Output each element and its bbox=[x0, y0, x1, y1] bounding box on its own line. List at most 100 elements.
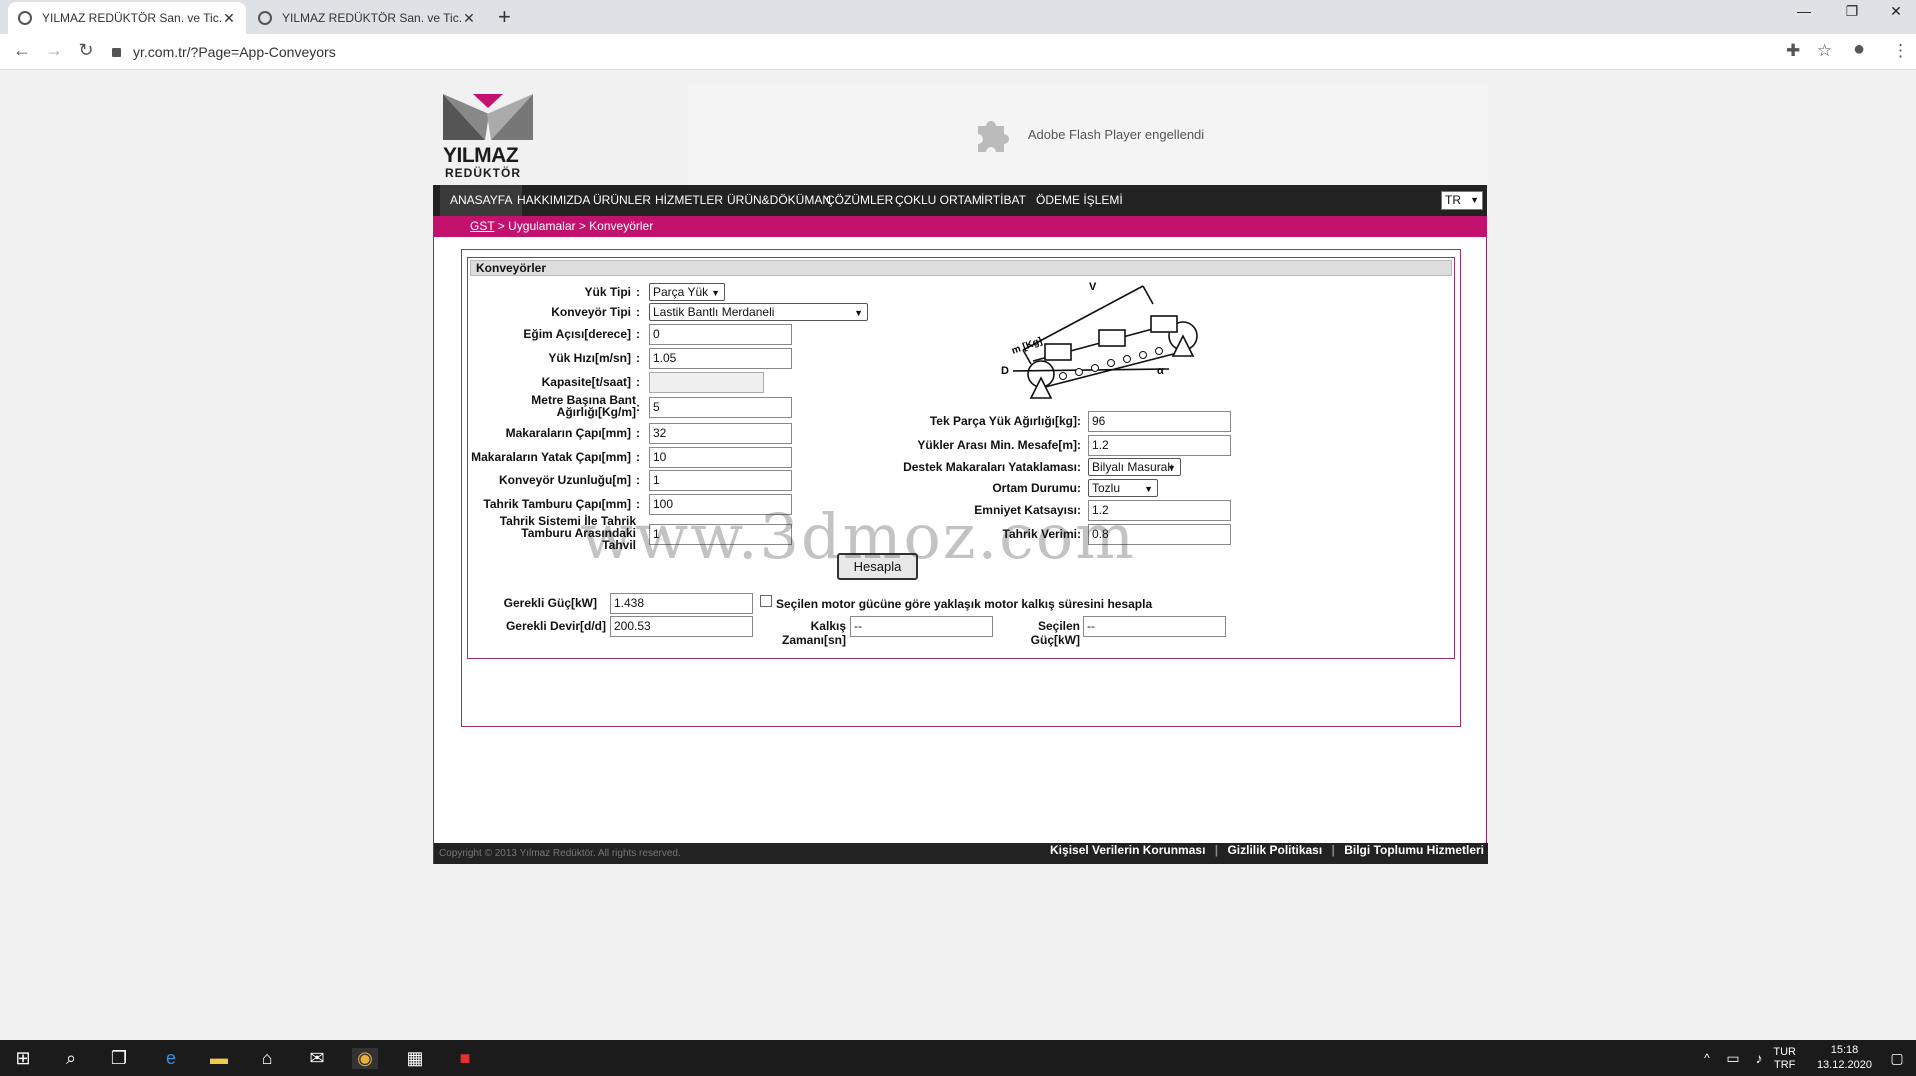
load-type-select[interactable]: Parça Yük ▼ bbox=[649, 283, 725, 301]
roller-diameter-input[interactable]: 32 bbox=[649, 423, 792, 444]
label-required-rpm: Gerekli Devir[d/d] bbox=[505, 619, 606, 633]
minimize-icon[interactable]: — bbox=[1784, 3, 1824, 19]
colon: : bbox=[636, 473, 640, 487]
volume-icon[interactable]: ♪ bbox=[1746, 1050, 1772, 1066]
breadcrumb-link-gst[interactable]: GST bbox=[470, 219, 494, 233]
restore-icon[interactable]: ❐ bbox=[1832, 3, 1872, 20]
conveyor-type-select[interactable]: Lastik Bantlı Merdaneli ▼ bbox=[649, 303, 868, 321]
site-favicon-icon bbox=[258, 11, 272, 25]
chevron-down-icon: ▼ bbox=[854, 308, 863, 318]
label-capacity: Kapasite[t/saat] bbox=[541, 375, 631, 389]
roller-bearing-select[interactable]: Bilyalı Masuralı ▼ bbox=[1088, 458, 1181, 476]
chrome-icon[interactable]: ◉ bbox=[352, 1048, 378, 1069]
piece-weight-input[interactable]: 96 bbox=[1088, 411, 1231, 432]
colon: : bbox=[636, 450, 640, 464]
file-explorer-icon[interactable]: ▬ bbox=[206, 1048, 232, 1069]
colon: : bbox=[636, 426, 640, 440]
address-bar[interactable]: yr.com.tr/?Page=App-Conveyors bbox=[112, 41, 1772, 63]
roller-bearing-value: Bilyalı Masuralı bbox=[1092, 460, 1174, 474]
conveyor-type-value: Lastik Bantlı Merdaneli bbox=[653, 305, 775, 319]
chevron-down-icon: ▼ bbox=[1470, 195, 1479, 205]
system-clock[interactable]: 15:18 13.12.2020 bbox=[1817, 1043, 1872, 1073]
forward-icon[interactable]: → bbox=[42, 40, 66, 61]
menu-item-payment[interactable]: ÖDEME İŞLEMİ bbox=[1026, 185, 1133, 216]
conveyor-length-input[interactable]: 1 bbox=[649, 470, 792, 491]
capacity-input[interactable] bbox=[649, 372, 764, 393]
site-footer: Copyright © 2013 Yılmaz Redüktör. All ri… bbox=[434, 843, 1488, 864]
back-icon[interactable]: ← bbox=[10, 40, 34, 61]
required-power-output: 1.438 bbox=[610, 593, 753, 614]
input-language-1: TUR bbox=[1773, 1046, 1796, 1058]
clock-time: 15:18 bbox=[1830, 1044, 1859, 1056]
site-header: YILMAZ REDÜKTÖR Adobe Flash Player engel… bbox=[433, 84, 1488, 185]
selected-power-input[interactable]: -- bbox=[1083, 616, 1226, 637]
new-tab-icon[interactable]: + bbox=[498, 4, 511, 30]
conveyor-diagram-rollers bbox=[1059, 347, 1163, 380]
belt-weight-input[interactable]: 5 bbox=[649, 397, 792, 418]
colon: : bbox=[1077, 438, 1081, 452]
tray-expand-icon[interactable]: ^ bbox=[1694, 1051, 1720, 1065]
input-language-2: TRF bbox=[1774, 1059, 1796, 1071]
label-incline-angle: Eğim Açısı[derece] bbox=[523, 327, 631, 341]
label-required-power: Gerekli Güç[kW] bbox=[503, 596, 597, 610]
browser-menu-icon[interactable]: ⋮ bbox=[1892, 41, 1909, 61]
logo-subtext: REDÜKTÖR bbox=[445, 166, 521, 180]
solidworks-icon[interactable]: ■ bbox=[452, 1048, 478, 1069]
min-distance-input[interactable]: 1.2 bbox=[1088, 435, 1231, 456]
windows-start-icon[interactable]: ⊞ bbox=[10, 1048, 36, 1069]
extension-icon[interactable]: ✚ bbox=[1786, 41, 1800, 61]
plugin-puzzle-icon bbox=[977, 120, 1009, 152]
copyright-text: Copyright © 2013 Yılmaz Redüktör. All ri… bbox=[439, 848, 681, 859]
notifications-icon[interactable]: ▢ bbox=[1884, 1050, 1910, 1067]
browser-tab[interactable]: YILMAZ REDÜKTÖR San. ve Tic. A ✕ bbox=[248, 2, 486, 34]
clock-date: 13.12.2020 bbox=[1816, 1059, 1872, 1071]
load-speed-input[interactable]: 1.05 bbox=[649, 348, 792, 369]
input-language[interactable]: TUR TRF bbox=[1773, 1046, 1796, 1072]
footer-separator: | bbox=[1331, 843, 1335, 857]
environment-select[interactable]: Tozlu ▼ bbox=[1088, 479, 1158, 497]
footer-link-info-services[interactable]: Bilgi Toplumu Hizmetleri bbox=[1344, 843, 1484, 857]
required-rpm-output: 200.53 bbox=[610, 616, 753, 637]
chevron-down-icon: ▼ bbox=[1167, 463, 1176, 473]
edge-icon[interactable]: e bbox=[158, 1048, 184, 1069]
network-icon[interactable]: ▭ bbox=[1720, 1050, 1746, 1067]
url-text: yr.com.tr/?Page=App-Conveyors bbox=[133, 44, 336, 60]
close-tab-icon[interactable]: ✕ bbox=[462, 10, 476, 27]
roller-bearing-diameter-input[interactable]: 10 bbox=[649, 447, 792, 468]
footer-link-privacy[interactable]: Gizlilik Politikası bbox=[1227, 843, 1322, 857]
label-roller-bearing-diameter: Makaraların Yatak Çapı[mm] bbox=[471, 450, 631, 464]
calculator-box: Konveyörler Yük Tipi : Parça Yük ▼ Konvey… bbox=[461, 249, 1461, 727]
flash-message: Adobe Flash Player engellendi bbox=[1027, 127, 1205, 142]
calculator-icon[interactable]: ▦ bbox=[402, 1048, 428, 1069]
reload-icon[interactable]: ↻ bbox=[74, 40, 98, 61]
close-window-icon[interactable]: ✕ bbox=[1876, 3, 1916, 20]
company-logo[interactable]: YILMAZ REDÜKTÖR bbox=[443, 94, 543, 184]
label-load-speed: Yük Hızı[m/sn] bbox=[548, 351, 631, 365]
flash-placeholder[interactable]: Adobe Flash Player engellendi bbox=[688, 84, 1488, 185]
label-piece-weight: Tek Parça Yük Ağırlığı[kg] bbox=[929, 414, 1077, 428]
language-value: TR bbox=[1445, 193, 1461, 207]
browser-tab-bar: YILMAZ REDÜKTÖR San. ve Tic. A ✕ YILMAZ … bbox=[0, 0, 1916, 34]
label-belt-weight: Metre Başına Bant Ağırlığı[Kg/m] bbox=[531, 393, 636, 419]
search-icon[interactable]: ⌕ bbox=[58, 1048, 84, 1069]
language-select[interactable]: TR ▼ bbox=[1441, 191, 1483, 210]
bookmark-star-icon[interactable]: ☆ bbox=[1817, 41, 1832, 61]
motor-start-checkbox-label[interactable]: Seçilen motor gücüne göre yaklaşık motor… bbox=[776, 597, 1152, 611]
mail-icon[interactable]: ✉ bbox=[304, 1048, 330, 1069]
close-tab-icon[interactable]: ✕ bbox=[222, 10, 236, 27]
colon: : bbox=[1077, 481, 1081, 495]
chevron-down-icon: ▼ bbox=[711, 288, 720, 298]
conveyor-diagram: V m [Kg] D α bbox=[1001, 281, 1198, 399]
angle-label: α bbox=[1157, 365, 1164, 377]
section-title: Konveyörler bbox=[470, 260, 1452, 276]
footer-link-kvkk[interactable]: Kişisel Verilerin Korunması bbox=[1050, 843, 1205, 857]
colon: : bbox=[636, 400, 640, 414]
browser-tab-active[interactable]: YILMAZ REDÜKTÖR San. ve Tic. A ✕ bbox=[8, 2, 246, 34]
label-load-type: Yük Tipi bbox=[584, 285, 631, 299]
profile-icon[interactable]: ● bbox=[1853, 38, 1865, 61]
motor-start-checkbox[interactable] bbox=[760, 595, 772, 607]
task-view-icon[interactable]: ❐ bbox=[106, 1048, 132, 1069]
environment-value: Tozlu bbox=[1092, 481, 1121, 495]
store-icon[interactable]: ⌂ bbox=[254, 1048, 280, 1069]
incline-angle-input[interactable]: 0 bbox=[649, 324, 792, 345]
